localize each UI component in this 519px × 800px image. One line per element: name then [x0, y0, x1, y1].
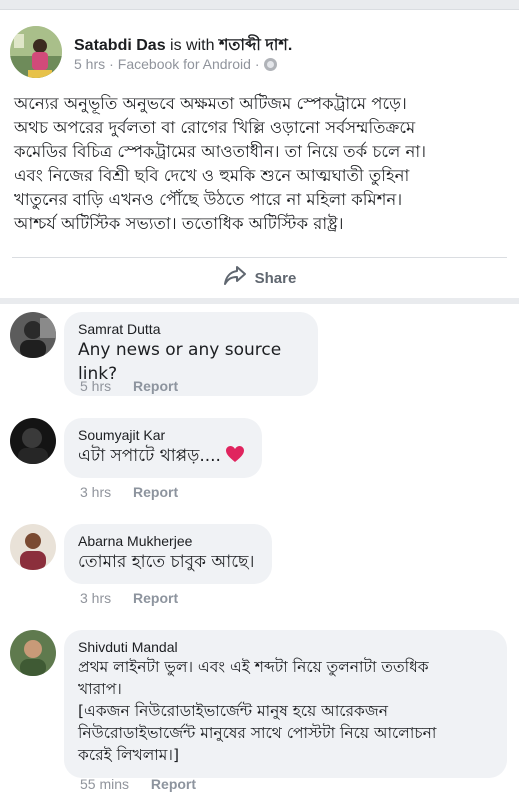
report-button[interactable]: Report — [151, 776, 196, 792]
author-avatar[interactable] — [10, 26, 62, 78]
heart-emoji-icon — [225, 445, 244, 462]
post-line: খাতুনের বাড়ি এখনও পৌঁছে উঠতে পারে না মহ… — [14, 190, 403, 209]
comment-text: খারাপ। — [78, 680, 122, 698]
comment-bubble: Shivduti Mandal প্রথম লাইনটা ভুল। এবং এই… — [64, 630, 507, 778]
commenter-name[interactable]: Soumyajit Kar — [78, 426, 248, 444]
with-text: is with — [170, 37, 215, 54]
comment-time[interactable]: 55 mins — [80, 776, 129, 792]
comment-text: করেই লিখলাম।] — [78, 746, 179, 764]
post-line: আশ্চর্য অটিস্টিক সভ্যতা। ততোধিক অটিস্টিক… — [14, 214, 344, 233]
post-line: অথচ অপরের দুর্বলতা বা রোগের খিল্লি ওড়ান… — [14, 118, 416, 137]
comment-text: নিউরোডাইভার্জেন্ট মানুষের সাথে পোস্টটা ন… — [78, 724, 437, 742]
comments-separator — [0, 298, 519, 304]
comment-actions: 55 mins Report — [80, 776, 196, 792]
commenter-avatar[interactable] — [10, 312, 56, 358]
post-body: অন্যের অনুভূতি অনুভবে অক্ষমতা অটিজম স্পে… — [14, 92, 508, 236]
comment-time[interactable]: 5 hrs — [80, 378, 111, 394]
share-button[interactable]: Share — [0, 258, 519, 298]
globe-icon — [263, 57, 277, 71]
report-button[interactable]: Report — [133, 590, 178, 606]
meta-separator: · — [109, 56, 114, 72]
commenter-name[interactable]: Shivduti Mandal — [78, 638, 493, 656]
commenter-name[interactable]: Samrat Dutta — [78, 320, 304, 338]
comment-text: [একজন নিউরোডাইভার্জেন্ট মানুষ হয়ে আরেকজ… — [78, 702, 389, 720]
comment-actions: 3 hrs Report — [80, 484, 178, 500]
post-line: কমেডির বিচিত্র স্পেকট্রামের আওতাধীন। তা … — [14, 142, 427, 161]
comment-text: প্রথম লাইনটা ভুল। এবং এই শব্দটা নিয়ে তু… — [78, 658, 429, 676]
share-label: Share — [254, 269, 297, 287]
post-line: এবং নিজের বিশ্রী ছবি দেখে ও হুমকি শুনে আ… — [14, 166, 410, 185]
comment-text: তোমার হাতে চাবুক আছে। — [78, 552, 255, 572]
comment-text: এটা সপাটে থাপ্পড়.... — [78, 446, 221, 466]
comment-actions: 5 hrs Report — [80, 378, 178, 394]
post-line: অন্যের অনুভূতি অনুভবে অক্ষমতা অটিজম স্পে… — [14, 94, 407, 113]
commenter-avatar[interactable] — [10, 630, 56, 676]
comment-bubble: Abarna Mukherjee তোমার হাতে চাবুক আছে। — [64, 524, 272, 584]
share-arrow-icon — [223, 265, 247, 292]
author-name[interactable]: Satabdi Das — [74, 37, 166, 54]
report-button[interactable]: Report — [133, 378, 178, 394]
commenter-name[interactable]: Abarna Mukherjee — [78, 532, 258, 550]
post-time[interactable]: 5 hrs — [74, 56, 105, 72]
comment-time[interactable]: 3 hrs — [80, 590, 111, 606]
top-strip — [0, 0, 519, 10]
commenter-avatar[interactable] — [10, 418, 56, 464]
comment-actions: 3 hrs Report — [80, 590, 178, 606]
post-header: Satabdi Das is with শতাব্দী দাশ. 5 hrs ·… — [10, 26, 510, 78]
comment-bubble: Soumyajit Kar এটা সপাটে থাপ্পড়.... — [64, 418, 262, 478]
tagged-name[interactable]: শতাব্দী দাশ. — [219, 37, 292, 54]
comment-text-row: এটা সপাটে থাপ্পড়.... — [78, 444, 248, 468]
report-button[interactable]: Report — [133, 484, 178, 500]
post-source: Facebook for Android — [117, 56, 251, 72]
author-line: Satabdi Das is with শতাব্দী দাশ. — [74, 32, 292, 59]
meta-separator-2: · — [254, 56, 260, 72]
comment-time[interactable]: 3 hrs — [80, 484, 111, 500]
post-meta: 5 hrs · Facebook for Android · — [74, 56, 277, 72]
commenter-avatar[interactable] — [10, 524, 56, 570]
